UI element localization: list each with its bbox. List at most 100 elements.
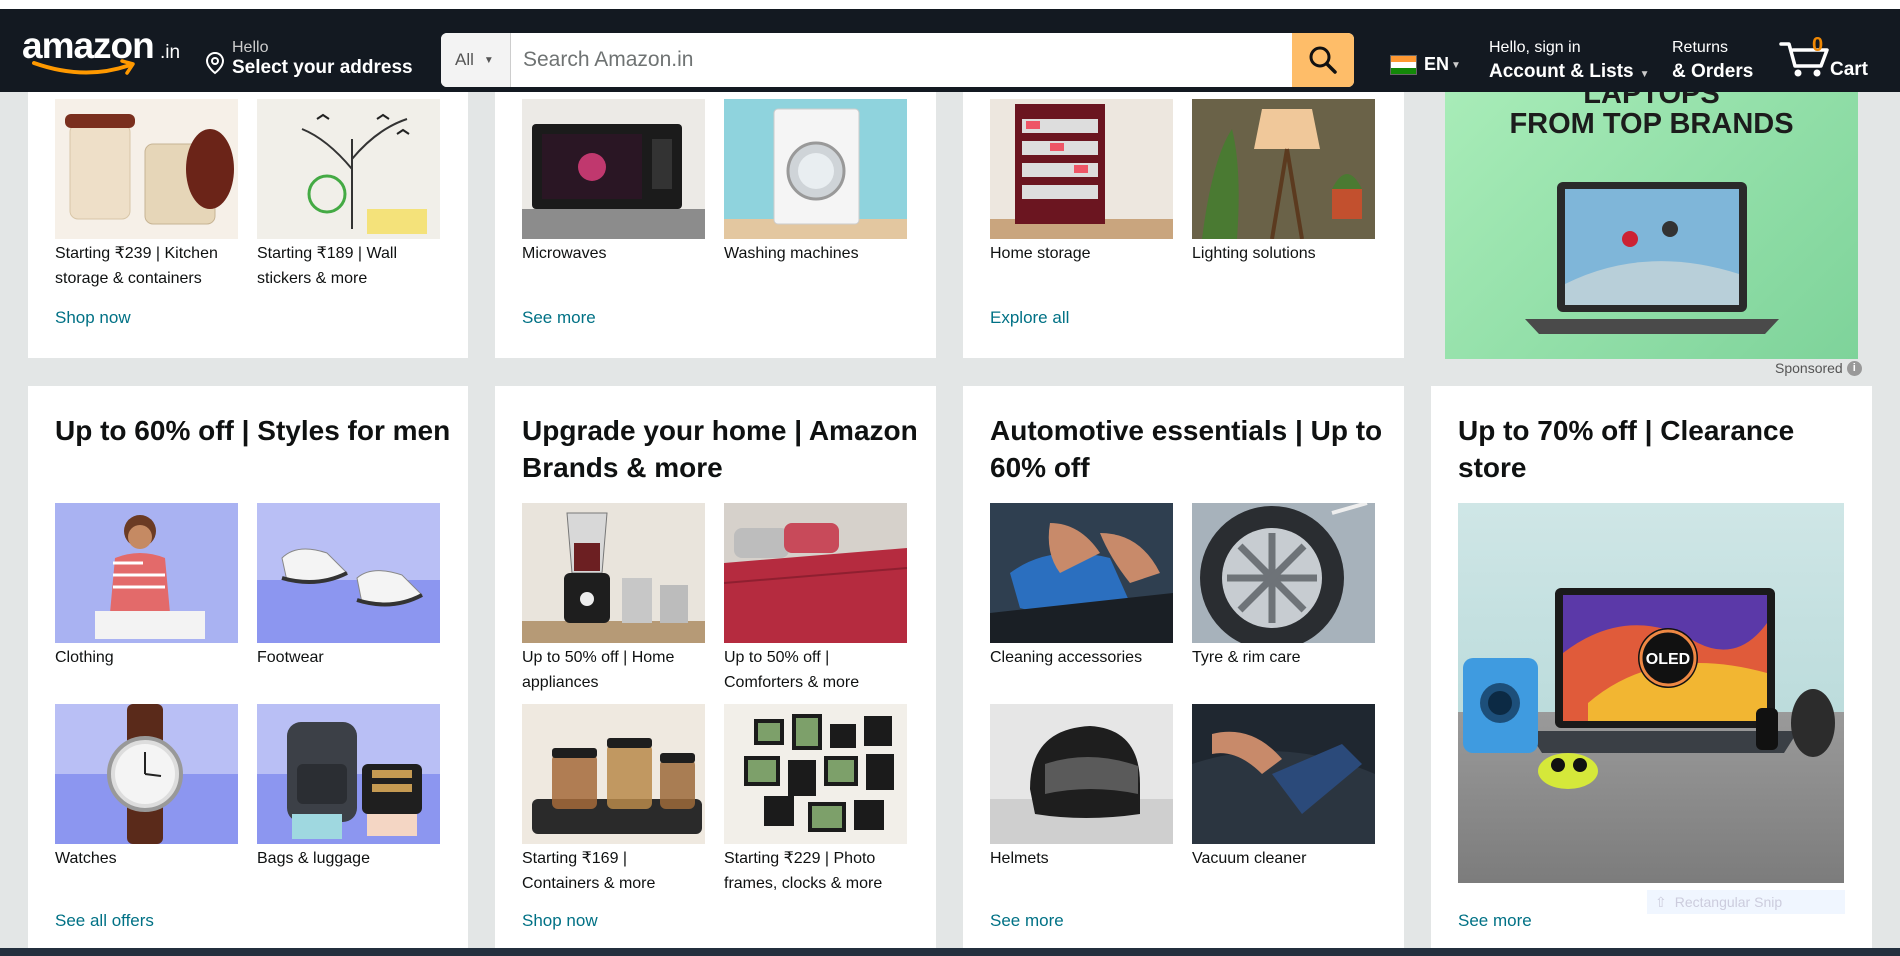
- watch-image: [55, 704, 238, 844]
- search-bar: All ▼: [441, 33, 1354, 87]
- see-more-link[interactable]: See more: [1458, 911, 1532, 931]
- card-upgrade-home: Upgrade your home | Amazon Brands & more…: [495, 386, 936, 948]
- amazon-logo[interactable]: amazon .in: [22, 23, 187, 79]
- see-all-offers-link[interactable]: See all offers: [55, 911, 154, 931]
- shop-now-link[interactable]: Shop now: [522, 911, 598, 931]
- tile-label: Cleaning accessories: [990, 649, 1143, 666]
- tile-label: Home storage: [990, 245, 1091, 262]
- photo-frames-image: [724, 704, 907, 844]
- tile-home-appliances[interactable]: Up to 50% off | Home appliances: [522, 503, 705, 695]
- tile-label: Starting ₹239 | Kitchen storage & contai…: [55, 245, 218, 287]
- kitchen-containers-image: [55, 99, 238, 239]
- language-selector[interactable]: EN ▼: [1390, 45, 1465, 75]
- india-flag-icon: [1390, 55, 1417, 75]
- cart-count: 0: [1812, 34, 1824, 56]
- shop-now-link[interactable]: Shop now: [55, 308, 131, 328]
- nav-header: amazon .in Hello Select your address All…: [0, 9, 1900, 92]
- search-input[interactable]: [511, 33, 1284, 87]
- bags-image: [257, 704, 440, 844]
- tile-label: Washing machines: [724, 245, 859, 262]
- clothing-image: [55, 503, 238, 643]
- tile-comforters[interactable]: Up to 50% off | Comforters & more: [724, 503, 907, 695]
- card-title: Up to 70% off | Clearance store: [1458, 415, 1795, 483]
- shoe-rack-image: [990, 99, 1173, 239]
- address-main: Select your address: [232, 57, 413, 78]
- tile-label: Bags & luggage: [257, 850, 370, 867]
- tile-tyre-rim-care[interactable]: Tyre & rim care: [1192, 503, 1375, 670]
- tile-label: Up to 50% off | Comforters & more: [724, 649, 860, 691]
- tile-watches[interactable]: Watches: [55, 704, 238, 871]
- card-title: Up to 60% off | Styles for men: [55, 415, 451, 446]
- tile-label: Helmets: [990, 850, 1049, 867]
- chevron-down-icon: ▼: [1639, 69, 1650, 80]
- delivery-address[interactable]: Hello Select your address: [205, 27, 420, 78]
- info-icon[interactable]: i: [1846, 360, 1862, 376]
- smile-arrow-icon: [32, 59, 135, 75]
- tile-label: Microwaves: [522, 245, 607, 262]
- card-home-storage: Home storage Lighting solutions Explore …: [963, 92, 1404, 358]
- laptop-image: OLED: [1463, 588, 1835, 789]
- tile-vacuum-cleaner[interactable]: Vacuum cleaner: [1192, 704, 1375, 871]
- wall-stickers-image: [257, 99, 440, 239]
- sponsored-laptop-ad[interactable]: LAPTOPS FROM TOP BRANDS: [1445, 92, 1858, 359]
- search-button[interactable]: [1292, 33, 1354, 87]
- card-clearance-store: Up to 70% off | Clearance store OLED See…: [1431, 386, 1872, 948]
- tile-lighting[interactable]: Lighting solutions: [1192, 99, 1375, 266]
- search-icon: [1309, 46, 1337, 74]
- cleaning-accessories-image: [990, 503, 1173, 643]
- sponsored-text: Sponsored: [1775, 360, 1843, 376]
- snip-tooltip: ⇧ Rectangular Snip: [1647, 890, 1845, 914]
- tile-cleaning-accessories[interactable]: Cleaning accessories: [990, 503, 1173, 670]
- account-greeting: Hello, sign in: [1489, 39, 1581, 56]
- tile-label: Clothing: [55, 649, 114, 666]
- tile-bags[interactable]: Bags & luggage: [257, 704, 440, 871]
- search-category-dropdown[interactable]: All ▼: [441, 33, 511, 87]
- explore-all-link[interactable]: Explore all: [990, 308, 1069, 328]
- laptop-image: [1525, 182, 1779, 334]
- tile-label: Up to 50% off | Home appliances: [522, 649, 675, 691]
- arrow-up-icon: ⇧: [1655, 893, 1667, 910]
- returns-orders[interactable]: Returns & Orders: [1672, 39, 1762, 83]
- tyre-rim-image: [1192, 503, 1375, 643]
- oled-badge: OLED: [1646, 651, 1690, 668]
- tile-helmets[interactable]: Helmets: [990, 704, 1173, 871]
- tile-clothing[interactable]: Clothing: [55, 503, 238, 670]
- tile-label: Lighting solutions: [1192, 245, 1316, 262]
- tile-microwaves[interactable]: Microwaves: [522, 99, 705, 266]
- account-lists-label: Account & Lists: [1489, 61, 1634, 82]
- logo-suffix: .in: [160, 42, 181, 63]
- chevron-down-icon: ▼: [1451, 60, 1461, 71]
- tile-label: Tyre & rim care: [1192, 649, 1301, 666]
- tile-photo-frames[interactable]: Starting ₹229 | Photo frames, clocks & m…: [724, 704, 907, 896]
- tile-kitchen-storage[interactable]: Starting ₹239 | Kitchen storage & contai…: [55, 99, 238, 291]
- account-lists: Account & Lists ▼: [1489, 61, 1650, 83]
- tile-label: Vacuum cleaner: [1192, 850, 1307, 867]
- card-title: Upgrade your home | Amazon Brands & more: [522, 415, 918, 483]
- tile-wall-stickers[interactable]: Starting ₹189 | Wall stickers & more: [257, 99, 440, 291]
- tile-footwear[interactable]: Footwear: [257, 503, 440, 670]
- cart-button[interactable]: 0 Cart: [1779, 32, 1879, 82]
- mixer-grinder-image: [522, 503, 705, 643]
- cart-icon: [1779, 42, 1829, 77]
- floor-lamp-image: [1192, 99, 1375, 239]
- see-more-link[interactable]: See more: [522, 308, 596, 328]
- tile-label: Starting ₹169 | Containers & more: [522, 850, 656, 892]
- tile-label: Watches: [55, 850, 117, 867]
- card-kitchen-decor: Starting ₹239 | Kitchen storage & contai…: [28, 92, 468, 358]
- clearance-image[interactable]: OLED: [1458, 503, 1844, 883]
- chevron-down-icon: ▼: [483, 54, 494, 66]
- tile-washing-machines[interactable]: Washing machines: [724, 99, 907, 266]
- vacuum-cleaner-image: [1192, 704, 1375, 844]
- address-hello: Hello: [232, 39, 269, 56]
- footwear-image: [257, 503, 440, 643]
- tile-containers[interactable]: Starting ₹169 | Containers & more: [522, 704, 705, 896]
- see-more-link[interactable]: See more: [990, 911, 1064, 931]
- tile-home-storage[interactable]: Home storage: [990, 99, 1173, 266]
- language-code: EN: [1424, 54, 1450, 74]
- tile-label: Starting ₹189 | Wall stickers & more: [257, 245, 398, 287]
- account-menu[interactable]: Hello, sign in Account & Lists ▼: [1489, 39, 1650, 83]
- top-strip: [0, 0, 1900, 9]
- containers-image: [522, 704, 705, 844]
- sponsored-label[interactable]: Sponsored i: [1775, 360, 1862, 376]
- orders-label: & Orders: [1672, 61, 1754, 82]
